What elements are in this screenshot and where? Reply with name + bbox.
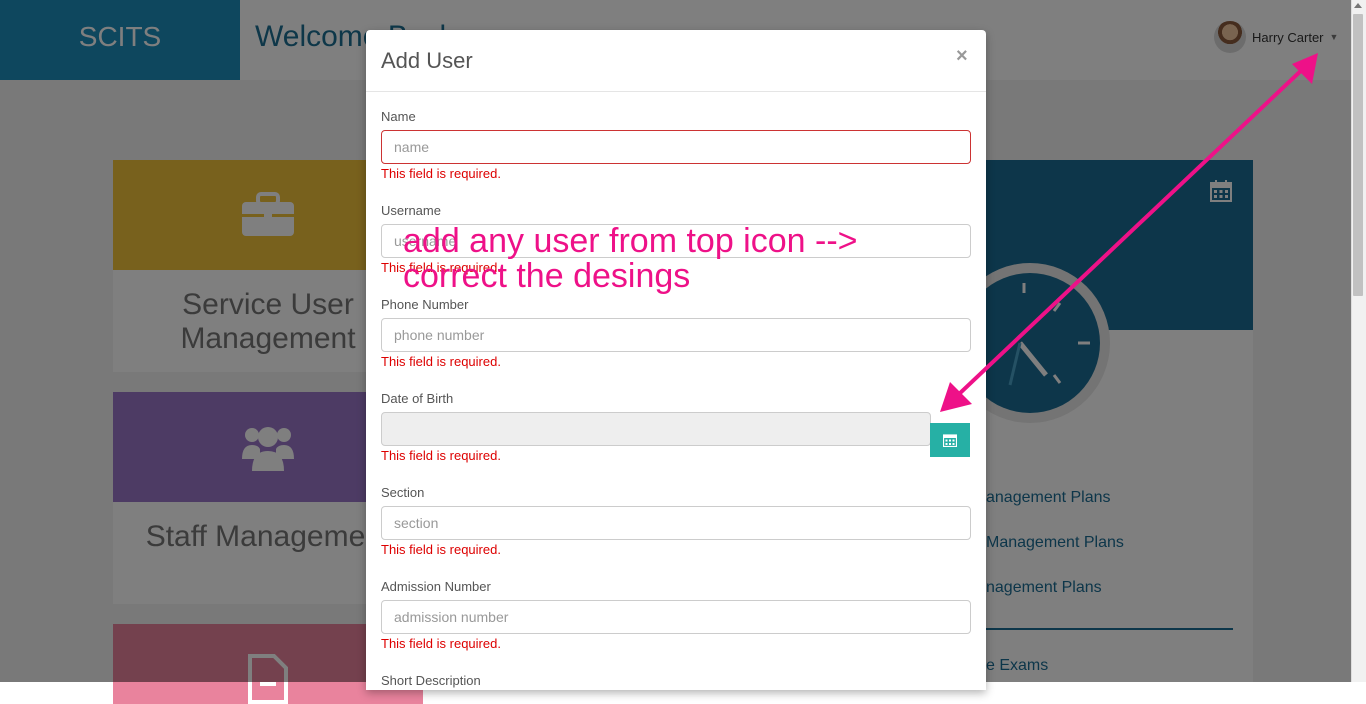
admission-label: Admission Number xyxy=(381,579,491,594)
phone-error: This field is required. xyxy=(381,354,501,369)
close-icon[interactable]: × xyxy=(956,45,968,68)
scrollbar-thumb[interactable] xyxy=(1353,14,1363,296)
calendar-icon xyxy=(943,434,957,447)
modal-title: Add User xyxy=(381,48,473,73)
annotation-line: correct the desings xyxy=(403,257,691,295)
dob-input[interactable] xyxy=(381,412,931,446)
add-user-modal: Add User × Name This field is required. … xyxy=(366,30,986,690)
phone-label: Phone Number xyxy=(381,297,469,312)
section-label: Section xyxy=(381,485,425,500)
annotation-line: add any user from top icon --> xyxy=(403,222,858,260)
dob-error: This field is required. xyxy=(381,448,501,463)
username-label: Username xyxy=(381,203,441,218)
phone-input[interactable] xyxy=(381,318,971,352)
name-input[interactable] xyxy=(381,130,971,164)
admission-error: This field is required. xyxy=(381,636,501,651)
dob-label: Date of Birth xyxy=(381,391,454,406)
name-label: Name xyxy=(381,109,416,124)
section-input[interactable] xyxy=(381,506,971,540)
date-picker-button[interactable] xyxy=(930,423,970,457)
scroll-up-icon[interactable] xyxy=(1354,3,1362,8)
admission-input[interactable] xyxy=(381,600,971,634)
short-description-label: Short Description xyxy=(381,673,481,688)
section-error: This field is required. xyxy=(381,542,501,557)
annotation-text: add any user from top icon --> correct t… xyxy=(403,224,858,294)
name-error: This field is required. xyxy=(381,166,501,181)
